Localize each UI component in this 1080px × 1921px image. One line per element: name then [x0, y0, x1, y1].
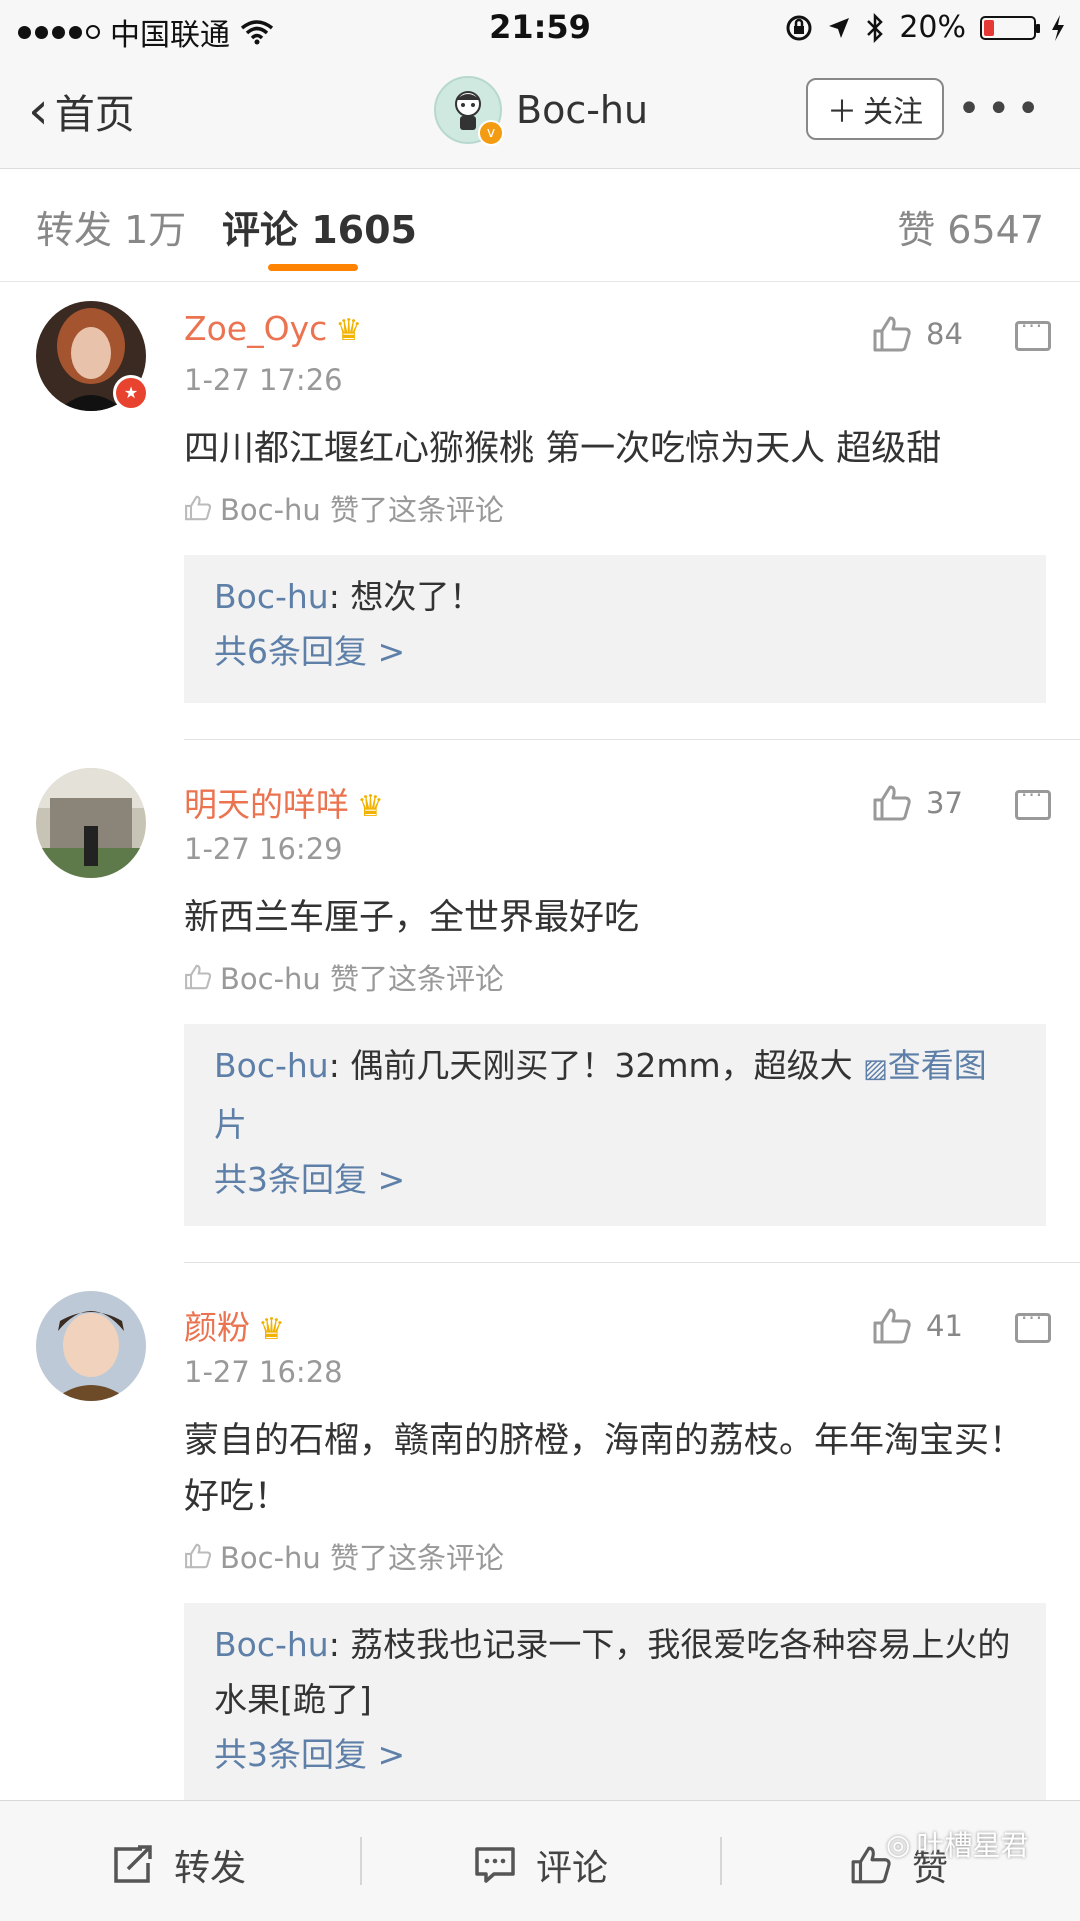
reply-icon[interactable] [1015, 314, 1051, 351]
view-replies-link[interactable]: 共3条回复 > [214, 1727, 1016, 1782]
divider [184, 739, 1080, 740]
divider [184, 1262, 1080, 1263]
comment-text: 四川都江堰红心猕猴桃 第一次吃惊为天人 超级甜 [184, 429, 942, 469]
reply-box[interactable]: Boc-hu: 偶前几天刚买了！32mm，超级大 ▨查看图片 共3条回复 > [184, 1024, 1046, 1226]
star-badge-icon: ★ [113, 375, 149, 411]
reply-text: : 想次了！ [328, 577, 483, 616]
reply-line: Boc-hu: 荔枝我也记录一下，我很爱吃各种容易上火的水果[跪了] [214, 1617, 1016, 1727]
crown-icon: ♛ [258, 1312, 285, 1347]
comment-time: 1-27 17:26 [184, 363, 343, 397]
reply-text: : 偶前几天刚买了！32mm，超级大 [328, 1046, 853, 1085]
reply-username[interactable]: Boc-hu [214, 1625, 329, 1664]
wechat-icon: ◎ [886, 1827, 911, 1861]
reply-text: : 荔枝我也记录一下，我很爱吃各种容易上火的水果[跪了] [214, 1625, 1011, 1719]
share-icon [114, 1845, 152, 1883]
comment-button[interactable]: 评论 [474, 1839, 608, 1891]
reply-line: Boc-hu: 想次了！ [214, 569, 1016, 624]
reply-username[interactable]: Boc-hu [214, 1046, 329, 1085]
comment-icon [475, 1847, 515, 1883]
chevron-left-icon: ‹ [28, 81, 49, 141]
crown-icon: ♛ [357, 789, 384, 824]
thumbs-up-small-icon [185, 1543, 212, 1569]
like-count: 84 [926, 317, 963, 351]
comment-text: 新西兰车厘子，全世界最好吃 [184, 898, 640, 938]
nav-bar: ‹ 首页 v Boc-hu ＋ 关注 ••• [0, 56, 1080, 169]
follow-button[interactable]: ＋ 关注 [806, 78, 944, 140]
commenter-name[interactable]: 明天的咩咩 ♛ [184, 778, 384, 826]
verified-badge-icon: v [478, 120, 504, 146]
bluetooth-icon [867, 12, 884, 43]
back-button[interactable]: ‹ 首页 [28, 82, 135, 140]
watermark: ◎ 吐槽星君 [886, 1827, 1029, 1863]
back-label: 首页 [54, 92, 135, 138]
comment-text: 蒙自的石榴，赣南的脐橙，海南的荔枝。年年淘宝买！好吃！ [184, 1421, 1025, 1517]
commenter-name[interactable]: Zoe_Oyc ♛ [184, 309, 362, 348]
bottom-divider [720, 1837, 722, 1885]
author-liked-note: Boc-hu 赞了这条评论 [184, 1535, 504, 1577]
battery-icon [980, 15, 1040, 40]
thumbs-up-small-icon [185, 495, 212, 521]
location-icon [829, 17, 850, 38]
bottom-divider [360, 1837, 362, 1885]
author-liked-note: Boc-hu 赞了这条评论 [184, 956, 504, 998]
thumbs-up-icon [873, 785, 911, 821]
lock-rotation-icon [786, 15, 812, 40]
tab-comments[interactable]: 评论 1605 [222, 199, 417, 254]
status-bar: 中国联通 21:59 20% [0, 0, 1080, 56]
tab-repost[interactable]: 转发 1万 [36, 199, 186, 254]
view-replies-link[interactable]: 共6条回复 > [214, 624, 1016, 679]
status-right: 20% [785, 10, 1066, 45]
charging-icon [1052, 14, 1064, 41]
reply-username[interactable]: Boc-hu [214, 577, 329, 616]
commenter-avatar[interactable] [36, 768, 146, 878]
like-count: 41 [926, 1309, 963, 1343]
crown-icon: ♛ [335, 313, 363, 348]
reply-box[interactable]: Boc-hu: 荔枝我也记录一下，我很爱吃各种容易上火的水果[跪了] 共3条回复… [184, 1603, 1046, 1803]
like-count: 37 [926, 786, 963, 820]
tab-bar: 转发 1万 评论 1605 赞 6547 [0, 169, 1080, 282]
reply-line: Boc-hu: 偶前几天刚买了！32mm，超级大 ▨查看图片 [214, 1038, 1016, 1152]
plus-icon: ＋ [827, 95, 857, 130]
reply-icon[interactable] [1015, 783, 1051, 820]
thumbs-up-icon [873, 1308, 911, 1344]
thumbs-up-small-icon [185, 964, 212, 990]
more-icon[interactable]: ••• [957, 86, 1046, 132]
active-tab-indicator [268, 264, 358, 271]
like-button[interactable]: 37 [872, 784, 963, 822]
repost-button[interactable]: 转发 [112, 1839, 246, 1891]
battery-percent: 20% [899, 10, 966, 45]
view-replies-link[interactable]: 共3条回复 > [214, 1152, 1016, 1207]
reply-icon[interactable] [1015, 1306, 1051, 1343]
like-button[interactable]: 84 [872, 315, 963, 353]
comment-time: 1-27 16:28 [184, 1355, 343, 1389]
thumbs-up-icon [873, 316, 911, 352]
commenter-name[interactable]: 颜粉 ♛ [184, 1301, 285, 1349]
author-liked-note: Boc-hu 赞了这条评论 [184, 487, 504, 529]
author-avatar[interactable]: v [434, 76, 504, 146]
comment-time: 1-27 16:29 [184, 832, 343, 866]
author-header[interactable]: v Boc-hu [434, 76, 648, 146]
tab-likes[interactable]: 赞 6547 [897, 199, 1044, 254]
author-name[interactable]: Boc-hu [516, 88, 648, 132]
like-button[interactable]: 41 [872, 1307, 963, 1345]
image-icon: ▨ [863, 1054, 888, 1084]
commenter-avatar[interactable] [36, 1291, 146, 1401]
follow-label: 关注 [863, 95, 923, 130]
reply-box[interactable]: Boc-hu: 想次了！ 共6条回复 > [184, 555, 1046, 703]
